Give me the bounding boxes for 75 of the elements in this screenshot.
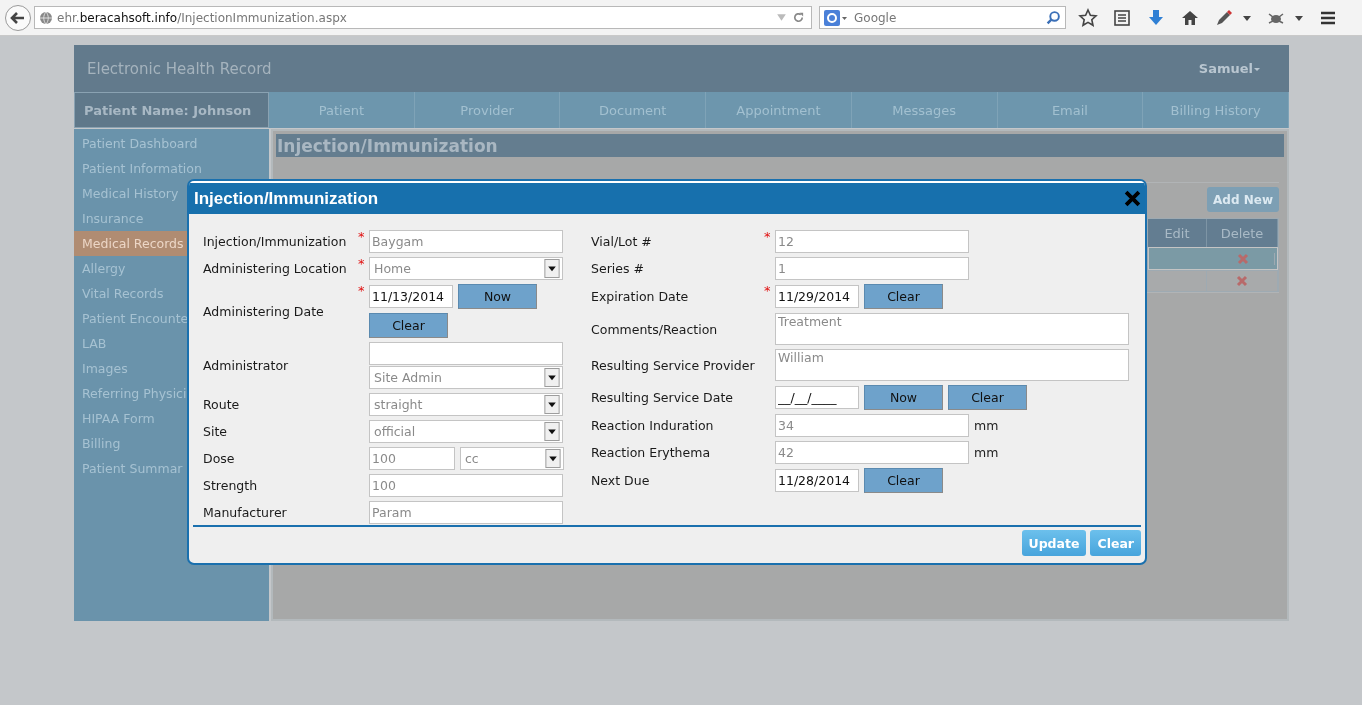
form-button[interactable]: Clear: [369, 313, 448, 338]
form-button[interactable]: Clear: [864, 284, 943, 309]
dropdown-field[interactable]: Home: [369, 257, 563, 280]
add-new-button[interactable]: Add New: [1207, 187, 1279, 212]
field-label: Dose: [203, 451, 236, 466]
date-field[interactable]: 11/13/2014: [369, 285, 453, 308]
required-marker: *: [358, 257, 365, 271]
text-field[interactable]: Baygam: [369, 230, 563, 253]
field-label: Series #: [591, 261, 645, 276]
dialog-title: Injection/Immunization: [194, 188, 379, 209]
field-label: Administering Location: [203, 261, 348, 276]
search-icon[interactable]: [1046, 10, 1061, 25]
required-marker: *: [358, 284, 365, 298]
column-header: Delete: [1207, 219, 1278, 247]
field-label: Manufacturer: [203, 505, 288, 520]
field-label: Administrator: [203, 358, 290, 373]
field-label: Administering Date: [203, 303, 325, 319]
address-bar[interactable]: ehr.beracahsoft.info/InjectionImmunization.aspx: [34, 6, 812, 29]
form-button[interactable]: Now: [458, 284, 537, 309]
field-label: Resulting Service Date: [591, 390, 734, 405]
field-label: Route: [203, 397, 241, 412]
close-icon[interactable]: [1124, 190, 1141, 207]
search-placeholder: Google: [854, 10, 898, 25]
date-field[interactable]: 11/28/2014: [775, 469, 859, 492]
field-label: Strength: [203, 478, 259, 493]
dialog-button[interactable]: Update: [1021, 530, 1087, 556]
search-field[interactable]: Google: [819, 6, 1066, 29]
list-icon[interactable]: [1112, 7, 1132, 28]
unit-label: mm: [974, 418, 999, 433]
text-field[interactable]: 12: [775, 230, 969, 253]
text-field[interactable]: Param: [369, 501, 563, 524]
field-label: Site: [203, 424, 228, 439]
field-label: Vial/Lot #: [591, 234, 653, 249]
text-field[interactable]: [369, 342, 563, 365]
globe-icon: [39, 10, 53, 25]
required-marker: *: [764, 230, 771, 244]
column-header: Edit: [1148, 219, 1207, 247]
unit-label: mm: [974, 445, 999, 460]
back-icon[interactable]: [4, 3, 32, 32]
url-text: ehr.beracahsoft.info/InjectionImmunization.aspx: [57, 10, 348, 25]
patient-name: Patient Name: Johnson: [74, 92, 269, 128]
text-area[interactable]: William: [775, 349, 1129, 381]
field-label: Resulting Service Provider: [591, 357, 756, 373]
form-button[interactable]: Now: [864, 385, 943, 410]
sidebar-item[interactable]: Patient Information: [74, 156, 268, 181]
star-icon[interactable]: [1078, 7, 1098, 28]
text-field[interactable]: 34: [775, 414, 969, 437]
date-field[interactable]: 11/29/2014: [775, 285, 859, 308]
date-field[interactable]: __/__/____: [775, 386, 859, 409]
form-button[interactable]: Clear: [948, 385, 1027, 410]
field-label: Next Due: [591, 473, 651, 488]
field-label: Reaction Induration: [591, 418, 715, 433]
reload-icon[interactable]: [792, 11, 805, 24]
field-label: Reaction Erythema: [591, 445, 712, 460]
field-label: Comments/Reaction: [591, 321, 719, 337]
dropdown-field[interactable]: straight: [369, 393, 563, 416]
user-menu[interactable]: Samuel: [1198, 61, 1261, 76]
text-field[interactable]: 1: [775, 257, 969, 280]
text-area[interactable]: Treatment: [775, 313, 1129, 345]
text-field[interactable]: 100: [369, 447, 455, 470]
dropdown-field[interactable]: official: [369, 420, 563, 443]
field-label: Expiration Date: [591, 289, 690, 304]
required-marker: *: [358, 230, 365, 244]
form-button[interactable]: Clear: [864, 468, 943, 493]
pen-icon[interactable]: [1214, 7, 1234, 28]
page-title: Injection/Immunization: [276, 134, 1284, 157]
sidebar-item[interactable]: Patient Dashboard: [74, 131, 268, 156]
required-marker: *: [764, 284, 771, 298]
text-field[interactable]: 100: [369, 474, 563, 497]
text-field[interactable]: 42: [775, 441, 969, 464]
dialog-button[interactable]: Clear: [1090, 530, 1141, 556]
app-title: Electronic Health Record: [87, 59, 272, 78]
dropdown-field[interactable]: Site Admin: [369, 366, 563, 389]
search-engine-icon[interactable]: [824, 9, 848, 26]
dropdown-field[interactable]: cc: [460, 447, 564, 470]
